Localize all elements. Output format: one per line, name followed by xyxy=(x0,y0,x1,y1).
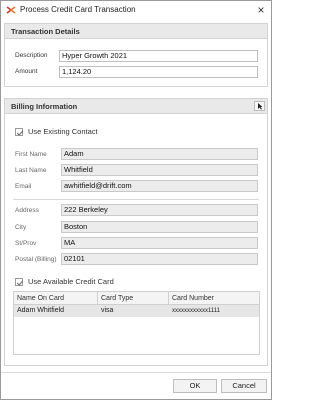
column-header-name-on-card[interactable]: Name On Card xyxy=(14,292,98,305)
use-available-card-checkbox[interactable] xyxy=(15,278,24,286)
cell-card-type: visa xyxy=(101,307,114,314)
address-field: 222 Berkeley xyxy=(61,204,258,216)
email-field: awhitfield@drift.com xyxy=(61,180,258,192)
use-available-card-label: Use Available Credit Card xyxy=(28,277,114,286)
description-input[interactable]: Hyper Growth 2021 xyxy=(59,50,258,62)
ok-button[interactable]: OK xyxy=(173,379,217,393)
transaction-details-title: Transaction Details xyxy=(11,27,80,36)
description-label: Description xyxy=(15,52,48,59)
city-field: Boston xyxy=(61,221,258,233)
contact-divider xyxy=(13,199,259,200)
billing-information-header[interactable]: Billing Information xyxy=(4,98,268,114)
cell-name-on-card: Adam Whitfield xyxy=(17,307,65,314)
amount-label: Amount xyxy=(15,68,38,75)
app-icon xyxy=(6,5,16,15)
transaction-details-header[interactable]: Transaction Details xyxy=(4,23,268,39)
first-name-label: First Name xyxy=(15,151,47,158)
state-field: MA xyxy=(61,237,258,249)
use-existing-contact-label: Use Existing Contact xyxy=(28,127,98,136)
cell-card-number: xxxxxxxxxxxx1111 xyxy=(172,308,221,314)
city-label: City xyxy=(15,224,27,231)
last-name-field: Whitfield xyxy=(61,164,258,176)
footer-divider xyxy=(1,372,271,373)
title-bar[interactable]: Process Credit Card Transaction × xyxy=(1,1,271,19)
cancel-button[interactable]: Cancel xyxy=(221,379,267,393)
postal-field: 02101 xyxy=(61,253,258,265)
state-label: St/Prov xyxy=(15,240,37,247)
use-existing-contact-checkbox[interactable] xyxy=(15,128,24,136)
amount-input[interactable]: 1,124.20 xyxy=(59,66,258,78)
window-title: Process Credit Card Transaction xyxy=(20,5,136,14)
table-header: Name On Card Card Type Card Number xyxy=(14,292,259,305)
dialog-window: Process Credit Card Transaction × Transa… xyxy=(0,0,272,400)
last-name-label: Last Name xyxy=(15,167,47,174)
postal-label: Postal (Billing) xyxy=(15,256,57,263)
table-row[interactable]: Adam Whitfield visa xxxxxxxxxxxx1111 xyxy=(14,305,259,317)
billing-information-panel: Use Existing Contact First Name Adam Las… xyxy=(4,114,268,366)
billing-information-title: Billing Information xyxy=(11,102,78,111)
address-label: Address xyxy=(15,207,39,214)
column-header-card-number[interactable]: Card Number xyxy=(169,292,259,305)
close-icon[interactable]: × xyxy=(253,2,269,18)
first-name-field: Adam xyxy=(61,148,258,160)
email-label: Email xyxy=(15,183,32,190)
pointer-icon[interactable] xyxy=(254,101,265,111)
credit-card-table: Name On Card Card Type Card Number Adam … xyxy=(13,291,260,355)
transaction-details-panel: Description Hyper Growth 2021 Amount 1,1… xyxy=(4,39,268,87)
column-header-card-type[interactable]: Card Type xyxy=(98,292,169,305)
